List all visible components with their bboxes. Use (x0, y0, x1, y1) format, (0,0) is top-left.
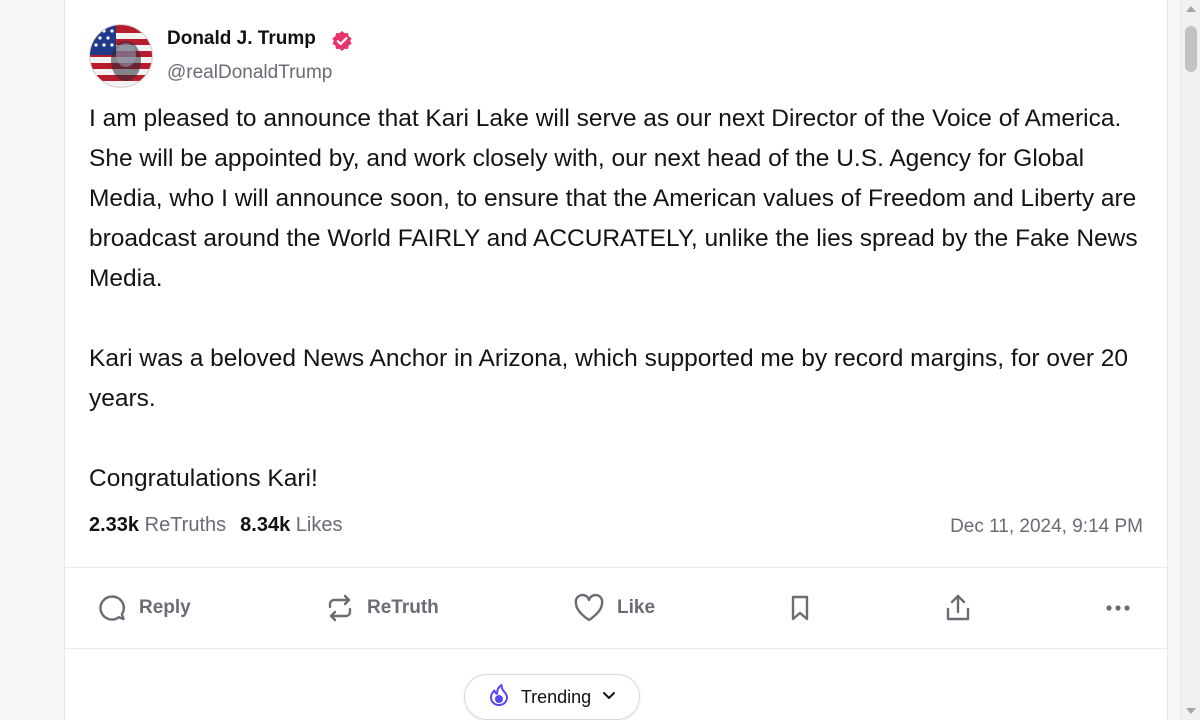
divider (65, 648, 1167, 649)
bookmark-button[interactable] (785, 588, 815, 628)
likes-count: 8.34k (240, 514, 291, 536)
author-display-name[interactable]: Donald J. Trump (167, 28, 316, 50)
likes-label: Likes (295, 514, 343, 536)
like-button[interactable]: Like (573, 588, 655, 628)
more-options-icon (1103, 593, 1133, 623)
post-paragraph: I am pleased to announce that Kari Lake … (89, 105, 1138, 292)
retruths-label: ReTruths (144, 514, 227, 536)
reply-button[interactable]: Reply (97, 588, 191, 628)
scroll-down-arrow-icon[interactable] (1186, 708, 1196, 714)
avatar[interactable] (89, 24, 153, 88)
more-options-button[interactable] (1103, 588, 1133, 628)
post-actions-bar: Reply ReTruth Like (65, 568, 1167, 648)
like-label: Like (617, 597, 656, 618)
retruths-count: 2.33k (89, 514, 140, 536)
trending-label: Trending (520, 686, 592, 707)
chevron-down-icon (601, 687, 617, 708)
post-paragraph: Kari was a beloved News Anchor in Arizon… (89, 345, 1129, 412)
post-content: I am pleased to announce that Kari Lake … (89, 99, 1149, 499)
reply-label: Reply (139, 597, 191, 618)
scrollbar[interactable] (1180, 0, 1200, 720)
author-handle[interactable]: @realDonaldTrump (167, 62, 332, 84)
retruth-button[interactable]: ReTruth (325, 588, 439, 628)
retruth-label: ReTruth (367, 597, 439, 618)
post-timestamp[interactable]: Dec 11, 2024, 9:14 PM (950, 516, 1143, 538)
reply-icon (97, 593, 127, 623)
heart-icon (573, 593, 605, 623)
likes-stat[interactable]: 8.34k Likes (240, 514, 342, 536)
share-icon (943, 592, 973, 624)
post-stats: 2.33k ReTruths 8.34k Likes (89, 514, 342, 537)
bookmark-icon (785, 593, 815, 623)
flame-icon (487, 683, 511, 712)
post-paragraph: Congratulations Kari! (89, 465, 318, 492)
retruths-stat[interactable]: 2.33k ReTruths (89, 514, 226, 536)
share-button[interactable] (943, 588, 973, 628)
scroll-up-arrow-icon[interactable] (1186, 6, 1196, 12)
retruth-icon (325, 593, 355, 623)
scrollbar-thumb[interactable] (1185, 26, 1197, 72)
trending-button[interactable]: Trending (464, 674, 640, 720)
verified-badge-icon (331, 30, 353, 52)
post-card: Donald J. Trump @realDonaldTrump I am pl… (64, 0, 1168, 720)
